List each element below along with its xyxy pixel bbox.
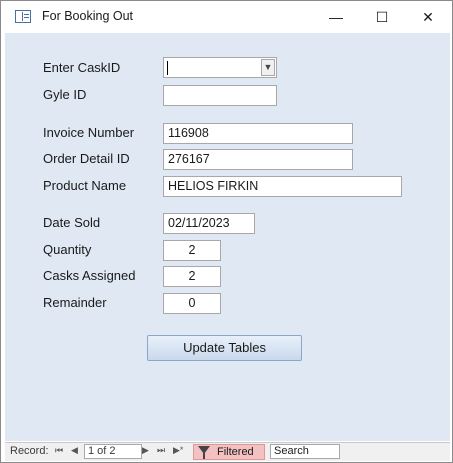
invoice-number-field[interactable]: 116908 [163,123,353,144]
form-icon [15,10,31,23]
filter-icon [198,446,210,459]
previous-record-icon[interactable]: ◀ [71,445,78,456]
gyle-id-field[interactable] [163,85,277,106]
remainder-field[interactable]: 0 [163,293,221,314]
cask-id-label: Enter CaskID [43,60,121,75]
gyle-id-label: Gyle ID [43,87,87,102]
minimize-button[interactable]: — [313,1,359,33]
maximize-button[interactable]: ☐ [359,1,405,33]
date-sold-field[interactable]: 02/11/2023 [163,213,255,234]
remainder-label: Remainder [43,295,107,310]
current-record-input[interactable]: 1 of 2 [84,444,142,459]
title-bar: For Booking Out — ☐ ✕ [1,1,452,33]
product-name-field[interactable]: HELIOS FIRKIN [163,176,402,197]
record-navigation-bar: Record: ⏮ ◀ 1 of 2 ▶ ⏭ ▶* Filtered Searc… [5,442,450,461]
last-record-icon[interactable]: ⏭ [157,445,165,456]
order-detail-id-label: Order Detail ID [43,151,130,166]
search-input[interactable]: Search [270,444,340,459]
update-tables-button[interactable]: Update Tables [147,335,302,361]
casks-assigned-field[interactable]: 2 [163,266,221,287]
next-record-icon[interactable]: ▶ [142,445,149,456]
date-sold-label: Date Sold [43,215,101,230]
new-record-icon[interactable]: ▶* [173,445,183,456]
window-title: For Booking Out [42,9,134,23]
record-label: Record: [10,445,49,457]
close-button[interactable]: ✕ [405,1,451,33]
product-name-label: Product Name [43,178,127,193]
filter-toggle-button[interactable]: Filtered [193,444,265,460]
text-cursor [167,61,168,75]
first-record-icon[interactable]: ⏮ [55,445,63,456]
form-body: Enter CaskID ▼ Gyle ID Invoice Number 11… [5,33,450,441]
casks-assigned-label: Casks Assigned [43,268,136,283]
filter-label: Filtered [217,446,254,458]
chevron-down-icon[interactable]: ▼ [261,59,275,76]
order-detail-id-field[interactable]: 276167 [163,149,353,170]
invoice-number-label: Invoice Number [43,125,135,140]
quantity-field[interactable]: 2 [163,240,221,261]
cask-id-combobox[interactable]: ▼ [163,57,277,78]
quantity-label: Quantity [43,242,92,257]
